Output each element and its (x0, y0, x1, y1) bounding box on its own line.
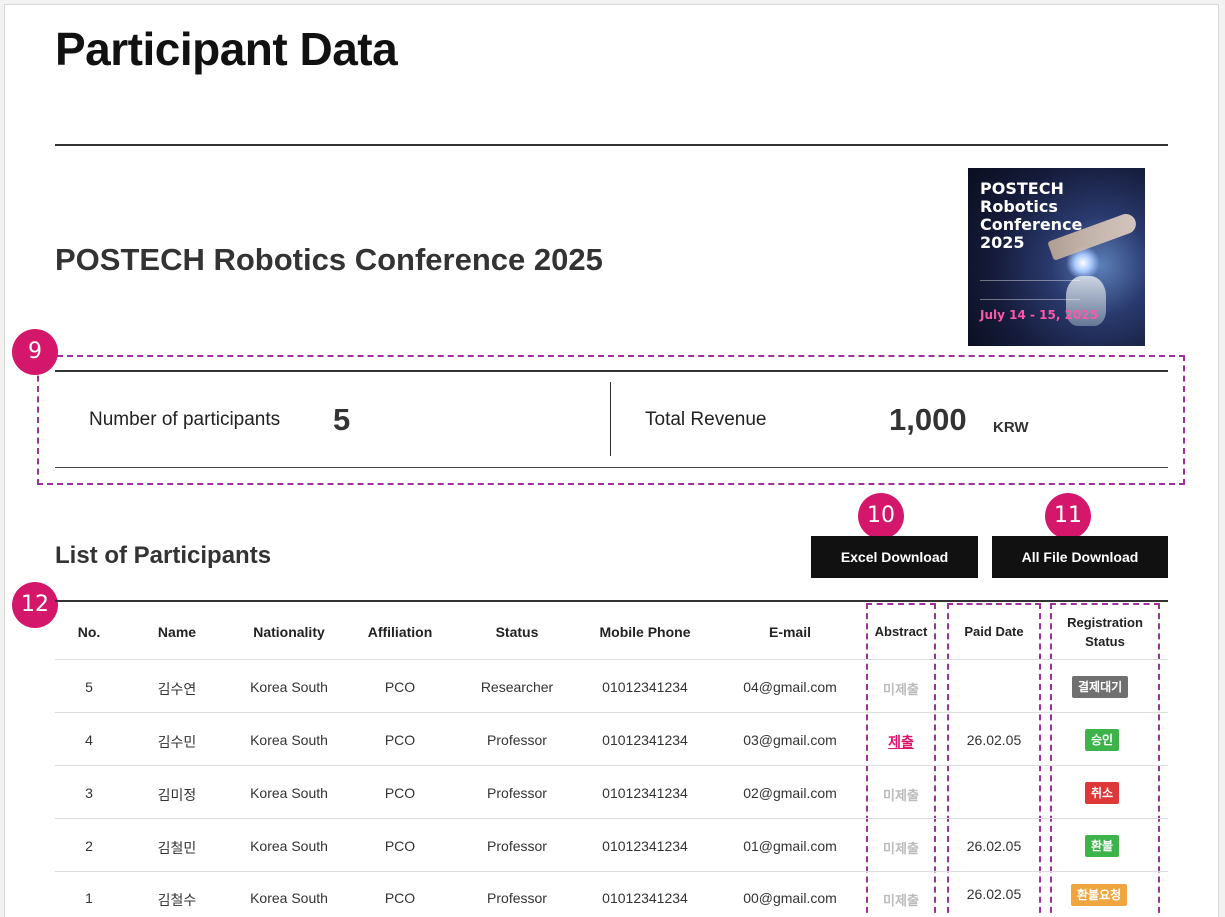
registration-badge-refunded: 환불 (1085, 835, 1120, 857)
participants-list-title: List of Participants (55, 542, 272, 569)
cell-abstract-not-submitted: 미제출 (883, 788, 919, 803)
cell-phone: 01012341234 (602, 732, 688, 748)
conference-title: POSTECH Robotics Conference 2025 (55, 242, 603, 277)
cell-paid-date: 26.02.05 (966, 886, 1022, 902)
header-registration-status: Status (1085, 634, 1125, 649)
header-paid-date: Paid Date (964, 624, 1024, 639)
participants-value: 5 (333, 402, 351, 437)
excel-download-button[interactable]: Excel Download (811, 536, 978, 578)
summary-top-line (55, 370, 1168, 372)
header-affiliation: Affiliation (367, 624, 433, 640)
cell-name: 김수연 (157, 681, 197, 697)
registration-badge-pending: 결제대기 (1072, 676, 1129, 698)
annotation-badge-11: 11 (1045, 493, 1091, 539)
annotation-badge-9: 9 (12, 329, 58, 375)
poster-subtitle-lines (980, 280, 1080, 300)
cell-name: 김철민 (157, 840, 197, 856)
registration-badge-cancelled: 취소 (1085, 782, 1120, 804)
summary-divider (610, 382, 611, 456)
cell-nationality: Korea South (250, 838, 328, 854)
poster-title: POSTECH Robotics Conference 2025 (980, 179, 1083, 252)
header-abstract: Abstract (874, 624, 928, 639)
participants-label: Number of participants (89, 409, 281, 430)
cell-name: 김수민 (157, 734, 197, 750)
header-nationality: Nationality (253, 624, 325, 640)
cell-status: Researcher (480, 679, 554, 695)
annotation-box-paid-date-column (947, 603, 1041, 917)
cell-no: 5 (85, 679, 93, 695)
annotation-box-abstract-column (866, 603, 936, 917)
cell-name: 김철수 (157, 892, 197, 908)
cell-affiliation: PCO (384, 890, 416, 906)
cell-nationality: Korea South (250, 890, 328, 906)
summary-bottom-line (55, 467, 1168, 468)
header-no: No. (77, 624, 101, 640)
annotation-badge-12: 12 (12, 582, 58, 628)
cell-abstract-not-submitted: 미제출 (883, 682, 919, 697)
cell-email: 01@gmail.com (743, 838, 837, 854)
header-name: Name (157, 624, 197, 640)
revenue-unit: KRW (993, 419, 1029, 436)
conference-poster: POSTECH Robotics Conference 2025 July 14… (968, 168, 1145, 346)
annotation-badge-10: 10 (858, 493, 904, 539)
cell-email: 00@gmail.com (743, 890, 837, 906)
all-file-download-button[interactable]: All File Download (992, 536, 1168, 578)
cell-affiliation: PCO (384, 838, 416, 854)
cell-abstract-not-submitted: 미제출 (883, 841, 919, 856)
abstract-submitted-link[interactable]: 제출 (866, 732, 936, 752)
cell-paid-date: 26.02.05 (966, 838, 1022, 854)
cell-phone: 01012341234 (602, 838, 688, 854)
page-title: Participant Data (55, 23, 398, 75)
header-registration: Registration (1067, 615, 1143, 630)
header-email: E-mail (768, 624, 811, 640)
cell-status: Professor (487, 732, 547, 748)
cell-affiliation: PCO (384, 732, 416, 748)
cell-nationality: Korea South (250, 732, 328, 748)
title-divider (55, 144, 1168, 146)
cell-email: 02@gmail.com (743, 785, 837, 801)
annotation-box-registration-column (1050, 603, 1160, 917)
cell-phone: 01012341234 (602, 890, 688, 906)
table-header-line (55, 659, 1168, 660)
cell-status: Professor (487, 890, 547, 906)
cell-paid-date: 26.02.05 (966, 732, 1022, 748)
cell-phone: 01012341234 (602, 679, 688, 695)
cell-nationality: Korea South (250, 679, 328, 695)
revenue-label: Total Revenue (645, 409, 767, 430)
cell-no: 2 (85, 838, 93, 854)
row-divider (55, 818, 1168, 819)
row-divider (55, 712, 1168, 713)
cell-email: 04@gmail.com (743, 679, 837, 695)
header-mobile-phone: Mobile Phone (599, 624, 691, 640)
cell-status: Professor (487, 785, 547, 801)
cell-status: Professor (487, 838, 547, 854)
poster-date: July 14 - 15, 2025 (980, 308, 1098, 322)
cell-affiliation: PCO (384, 679, 416, 695)
cell-email: 03@gmail.com (743, 732, 837, 748)
cell-phone: 01012341234 (602, 785, 688, 801)
registration-badge-approved: 승인 (1085, 729, 1120, 751)
registration-badge-refund-request: 환불요청 (1071, 884, 1128, 906)
cell-affiliation: PCO (384, 785, 416, 801)
cell-no: 4 (85, 732, 93, 748)
cell-abstract-not-submitted: 미제출 (883, 893, 919, 908)
cell-no: 1 (85, 890, 93, 906)
cell-nationality: Korea South (250, 785, 328, 801)
table-top-line (55, 600, 1168, 602)
header-status: Status (495, 624, 539, 640)
row-divider (55, 871, 1168, 872)
revenue-value: 1,000 (889, 402, 967, 437)
cell-name: 김미정 (157, 787, 197, 803)
cell-no: 3 (85, 785, 93, 801)
row-divider (55, 765, 1168, 766)
